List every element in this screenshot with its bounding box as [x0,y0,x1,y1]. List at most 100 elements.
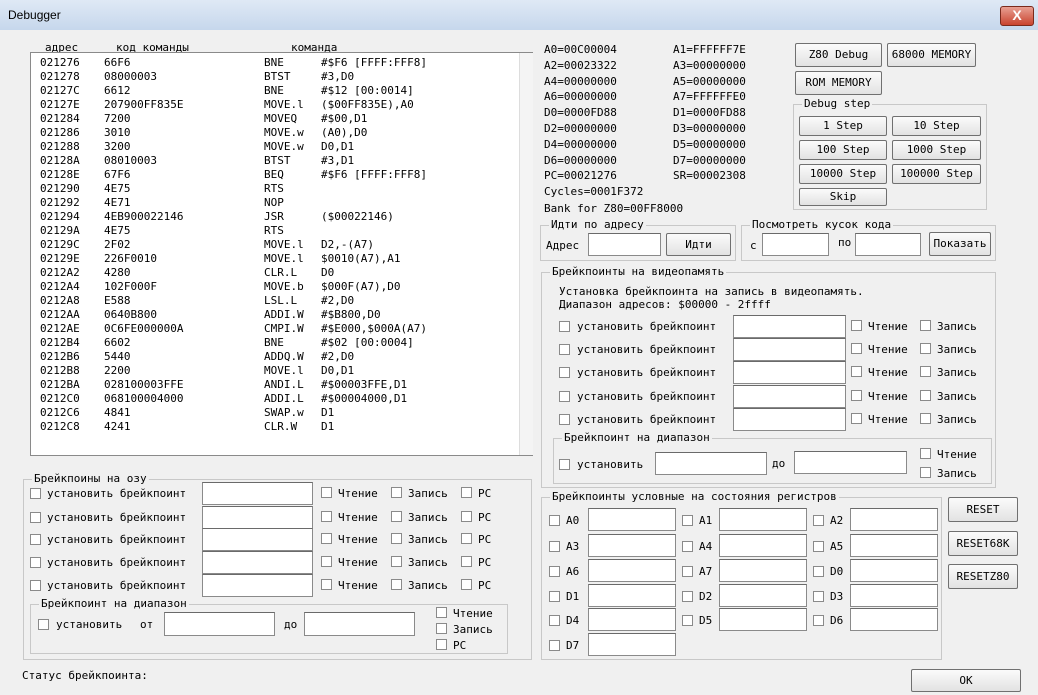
ok-button[interactable]: OK [911,669,1021,692]
ram-bp-checkbox[interactable] [30,557,41,568]
disasm-row[interactable]: 021294 4EB900022146 JSR ($00022146) [31,210,521,224]
disassembly-scrollbar[interactable] [519,53,533,455]
vram-bp-address-input[interactable] [733,385,846,408]
reset-button[interactable]: RESET [948,497,1018,522]
ram-bp-read-checkbox[interactable] [321,533,332,544]
disasm-row[interactable]: 02129E 226F0010 MOVE.l $0010(A7),A1 [31,252,521,266]
ram-bp-checkbox[interactable] [30,512,41,523]
ram-bp-pc-checkbox[interactable] [461,511,472,522]
disassembly-list[interactable]: 021276 66F6 BNE #$F6 [FFFF:FFF8] 021278 08000… [30,52,533,456]
close-button[interactable]: X [1000,6,1034,26]
register-bp-checkbox[interactable] [682,515,693,526]
register-bp-value-input[interactable] [588,608,676,631]
resetz80-button[interactable]: RESETZ80 [948,564,1018,589]
disasm-row[interactable]: 0212AA 0640B800 ADDI.W #$B800,D0 [31,308,521,322]
disasm-row[interactable]: 021276 66F6 BNE #$F6 [FFFF:FFF8] [31,56,521,70]
ram-bp-write-checkbox[interactable] [391,579,402,590]
ram-bp-pc-checkbox[interactable] [461,556,472,567]
register-bp-checkbox[interactable] [549,541,560,552]
vram-bp-address-input[interactable] [733,361,846,384]
ram-bp-read-checkbox[interactable] [321,487,332,498]
ram-bp-address-input[interactable] [202,528,313,551]
ram-bp-write-checkbox[interactable] [391,511,402,522]
disasm-row[interactable]: 02129A 4E75 RTS [31,224,521,238]
ram-bp-address-input[interactable] [202,551,313,574]
step-1000-button[interactable]: 1000 Step [892,140,981,160]
ram-bp-write-checkbox[interactable] [391,533,402,544]
register-bp-checkbox[interactable] [549,640,560,651]
disasm-row[interactable]: 021278 08000003 BTST #3,D0 [31,70,521,84]
rom-memory-button[interactable]: ROM MEMORY [795,71,882,95]
vram-bp-write-checkbox[interactable] [920,343,931,354]
register-bp-checkbox[interactable] [813,615,824,626]
vram-bp-checkbox[interactable] [559,391,570,402]
register-bp-checkbox[interactable] [682,566,693,577]
vram-range-checkbox[interactable] [559,459,570,470]
ram-bp-write-checkbox[interactable] [391,487,402,498]
vram-bp-write-checkbox[interactable] [920,366,931,377]
vram-bp-checkbox[interactable] [559,344,570,355]
register-bp-value-input[interactable] [850,559,938,582]
ram-range-pc-checkbox[interactable] [436,639,447,650]
ram-bp-checkbox[interactable] [30,488,41,499]
vram-bp-read-checkbox[interactable] [851,413,862,424]
disasm-row[interactable]: 0212AE 0C6FE000000A CMPI.W #$E000,$000A(A7) [31,322,521,336]
register-bp-checkbox[interactable] [682,591,693,602]
disasm-row[interactable]: 02127C 6612 BNE #$12 [00:0014] [31,84,521,98]
ram-range-from-input[interactable] [164,612,275,636]
disasm-row[interactable]: 02129C 2F02 MOVE.l D2,-(A7) [31,238,521,252]
register-bp-checkbox[interactable] [549,591,560,602]
68000-memory-button[interactable]: 68000 MEMORY [887,43,976,67]
vram-bp-write-checkbox[interactable] [920,390,931,401]
ram-range-read-checkbox[interactable] [436,607,447,618]
register-bp-checkbox[interactable] [813,566,824,577]
disasm-row[interactable]: 0212A2 4280 CLR.L D0 [31,266,521,280]
reset68k-button[interactable]: RESET68K [948,531,1018,556]
disasm-row[interactable]: 021288 3200 MOVE.w D0,D1 [31,140,521,154]
register-bp-value-input[interactable] [719,559,807,582]
register-bp-value-input[interactable] [719,534,807,557]
register-bp-value-input[interactable] [588,534,676,557]
vram-range-write-checkbox[interactable] [920,467,931,478]
ram-bp-write-checkbox[interactable] [391,556,402,567]
step-100000-button[interactable]: 100000 Step [892,164,981,184]
register-bp-value-input[interactable] [588,508,676,531]
vram-bp-read-checkbox[interactable] [851,390,862,401]
disasm-row[interactable]: 021284 7200 MOVEQ #$00,D1 [31,112,521,126]
vram-bp-checkbox[interactable] [559,414,570,425]
disasm-row[interactable]: 021290 4E75 RTS [31,182,521,196]
disasm-row[interactable]: 0212C0 068100004000 ADDI.L #$00004000,D1 [31,392,521,406]
register-bp-value-input[interactable] [719,608,807,631]
disasm-row[interactable]: 0212BA 028100003FFE ANDI.L #$00003FFE,D1 [31,378,521,392]
goto-address-input[interactable] [588,233,661,256]
register-bp-checkbox[interactable] [813,541,824,552]
ram-bp-read-checkbox[interactable] [321,511,332,522]
ram-bp-read-checkbox[interactable] [321,579,332,590]
register-bp-checkbox[interactable] [549,566,560,577]
ram-range-checkbox[interactable] [38,619,49,630]
register-bp-checkbox[interactable] [813,591,824,602]
vram-bp-write-checkbox[interactable] [920,320,931,331]
vram-bp-address-input[interactable] [733,315,846,338]
show-code-button[interactable]: Показать [929,232,991,256]
disasm-row[interactable]: 0212C8 4241 CLR.W D1 [31,420,521,434]
vram-range-from-input[interactable] [655,452,767,475]
disasm-row[interactable]: 02127E 207900FF835E MOVE.l ($00FF835E),A0 [31,98,521,112]
z80-debug-button[interactable]: Z80 Debug [795,43,882,67]
ram-bp-pc-checkbox[interactable] [461,533,472,544]
ram-bp-read-checkbox[interactable] [321,556,332,567]
register-bp-checkbox[interactable] [682,541,693,552]
register-bp-value-input[interactable] [588,584,676,607]
disasm-row[interactable]: 0212B8 2200 MOVE.l D0,D1 [31,364,521,378]
register-bp-value-input[interactable] [588,559,676,582]
register-bp-value-input[interactable] [719,508,807,531]
disasm-row[interactable]: 0212A4 102F000F MOVE.b $000F(A7),D0 [31,280,521,294]
disasm-row[interactable]: 021292 4E71 NOP [31,196,521,210]
ram-bp-address-input[interactable] [202,574,313,597]
ram-range-write-checkbox[interactable] [436,623,447,634]
disasm-row[interactable]: 02128A 08010003 BTST #3,D1 [31,154,521,168]
ram-bp-pc-checkbox[interactable] [461,579,472,590]
vram-range-read-checkbox[interactable] [920,448,931,459]
vram-bp-checkbox[interactable] [559,367,570,378]
ram-bp-address-input[interactable] [202,482,313,505]
